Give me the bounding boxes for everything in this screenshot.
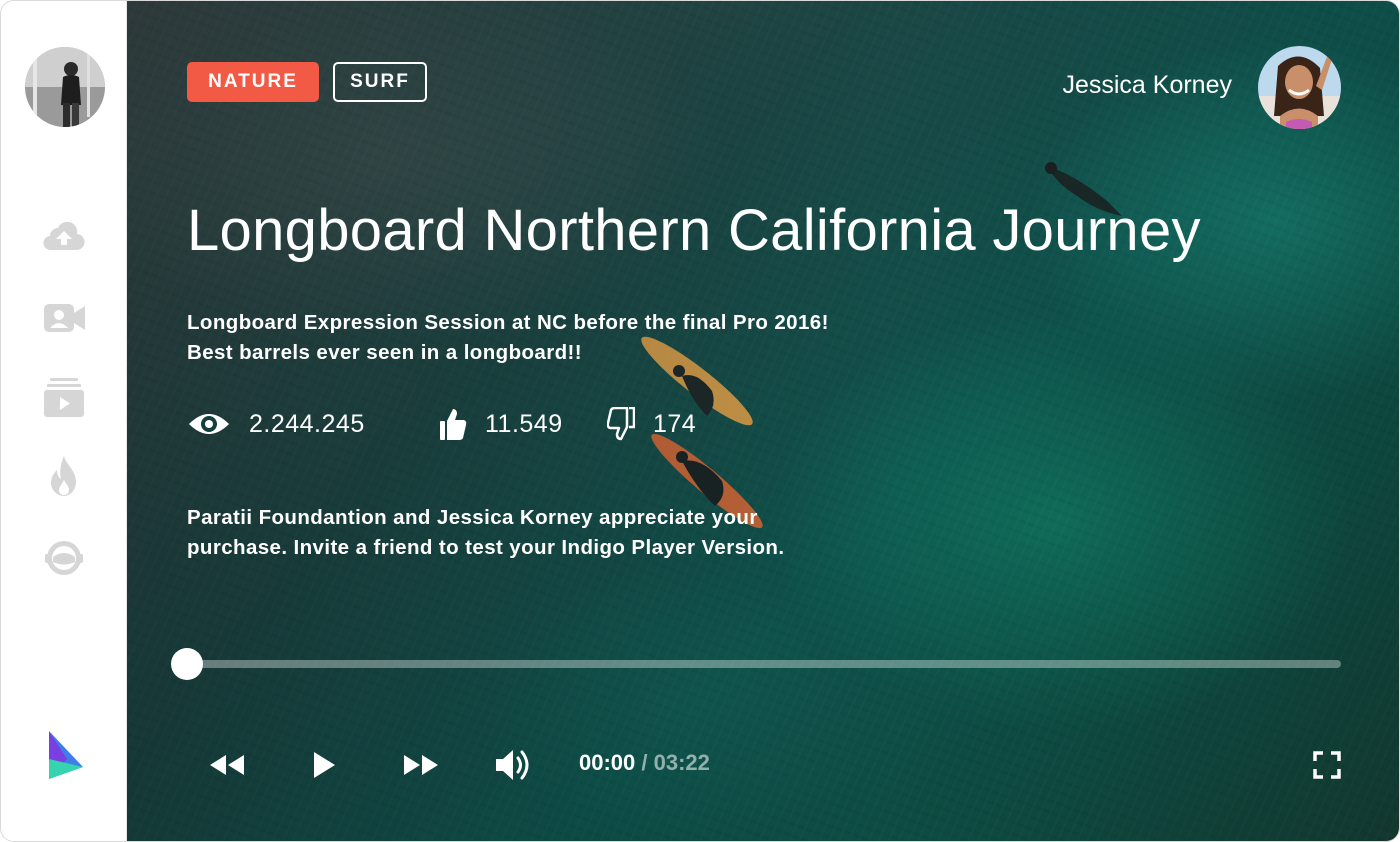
fast-forward-icon bbox=[404, 755, 438, 775]
playlist-icon[interactable] bbox=[41, 375, 87, 421]
note-line-2: purchase. Invite a friend to test your I… bbox=[187, 536, 785, 559]
current-time: 00:00 bbox=[579, 750, 636, 775]
account-avatar[interactable] bbox=[25, 47, 105, 127]
flame-icon[interactable] bbox=[41, 453, 87, 499]
description-line-1: Longboard Expression Session at NC befor… bbox=[187, 311, 829, 334]
author-avatar[interactable] bbox=[1258, 46, 1341, 129]
play-button[interactable] bbox=[307, 743, 341, 787]
note-line-1: Paratii Foundantion and Jessica Korney a… bbox=[187, 506, 758, 529]
video-description: Longboard Expression Session at NC befor… bbox=[187, 308, 987, 368]
eye-icon bbox=[189, 414, 229, 434]
video-camera-icon[interactable] bbox=[41, 295, 87, 341]
description-line-2: Best barrels ever seen in a longboard!! bbox=[187, 341, 582, 364]
astronaut-icon[interactable] bbox=[41, 535, 87, 581]
likes-count: 11.549 bbox=[485, 409, 563, 438]
author-name[interactable]: Jessica Korney bbox=[1062, 71, 1232, 100]
sidebar bbox=[1, 1, 127, 841]
video-area[interactable]: NATURE SURF Jessica Korney Longboard Nor… bbox=[127, 1, 1399, 841]
app-logo-icon[interactable] bbox=[45, 729, 87, 781]
volume-button[interactable] bbox=[491, 743, 535, 787]
seek-handle[interactable] bbox=[171, 648, 203, 680]
fullscreen-button[interactable] bbox=[1311, 743, 1343, 787]
purchase-note: Paratii Foundantion and Jessica Korney a… bbox=[187, 503, 987, 563]
upload-cloud-icon[interactable] bbox=[41, 213, 87, 259]
play-icon bbox=[314, 752, 335, 778]
total-time: / 03:22 bbox=[641, 750, 710, 775]
tag-nature[interactable]: NATURE bbox=[187, 62, 319, 102]
video-title: Longboard Northern California Journey bbox=[187, 198, 1201, 263]
thumbs-down-icon[interactable] bbox=[607, 407, 635, 441]
time-display: 00:00 / 03:22 bbox=[579, 750, 710, 776]
dislikes-count: 174 bbox=[653, 409, 697, 438]
rewind-button[interactable] bbox=[207, 743, 247, 787]
dislikes-stat[interactable]: 174 bbox=[607, 403, 696, 445]
tag-surf[interactable]: SURF bbox=[333, 62, 427, 102]
player-window: NATURE SURF Jessica Korney Longboard Nor… bbox=[0, 0, 1400, 842]
views-stat: 2.244.245 bbox=[187, 403, 365, 445]
likes-stat[interactable]: 11.549 bbox=[439, 403, 563, 445]
fullscreen-icon bbox=[1313, 751, 1341, 779]
seek-bar[interactable] bbox=[171, 648, 1341, 680]
rewind-icon bbox=[210, 755, 244, 775]
volume-icon bbox=[496, 750, 529, 780]
views-count: 2.244.245 bbox=[249, 409, 365, 438]
thumbs-up-icon[interactable] bbox=[439, 407, 467, 441]
fast-forward-button[interactable] bbox=[401, 743, 441, 787]
